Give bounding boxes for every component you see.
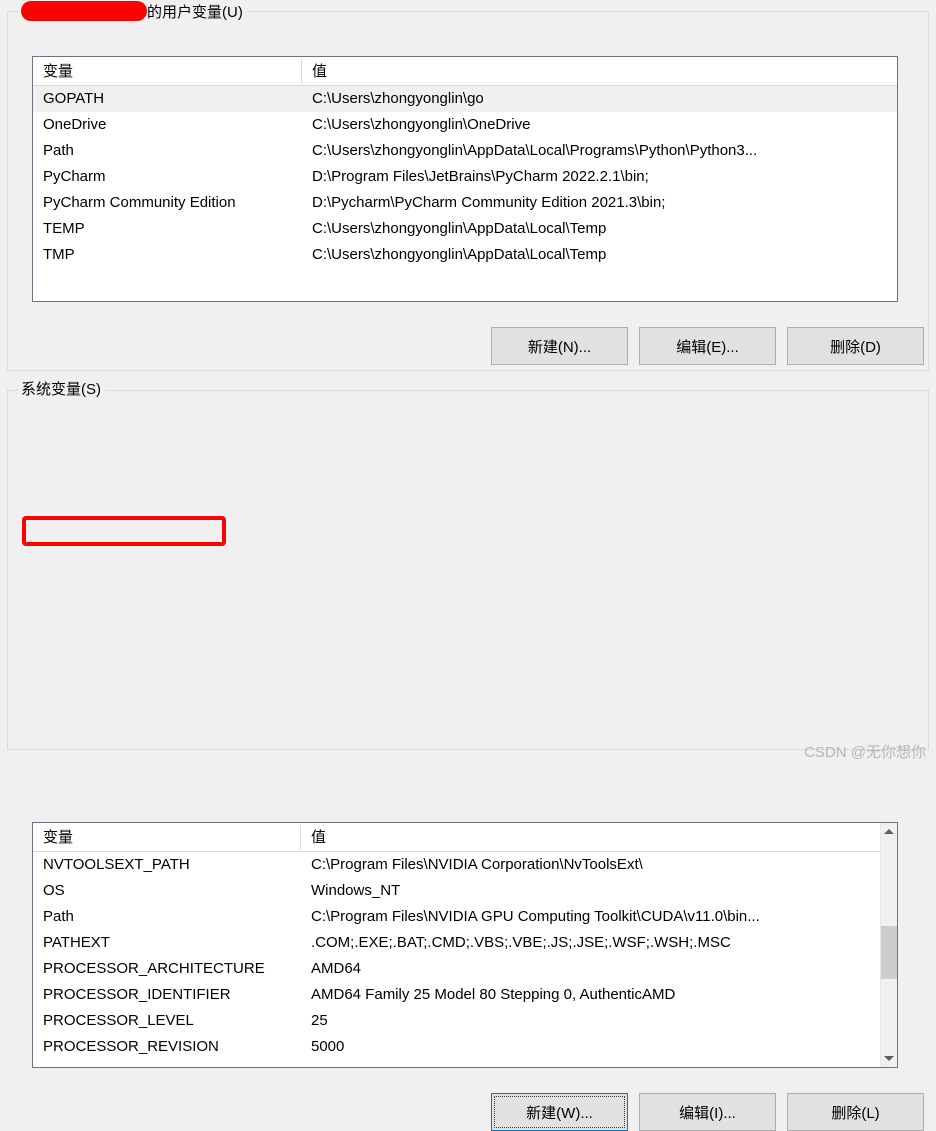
table-row[interactable]: Path C:\Users\zhongyonglin\AppData\Local… — [33, 138, 897, 164]
variable-value: C:\Users\zhongyonglin\OneDrive — [312, 116, 531, 133]
table-row[interactable]: PROCESSOR_LEVEL 25 — [33, 1008, 897, 1034]
table-row[interactable]: OneDrive C:\Users\zhongyonglin\OneDrive — [33, 112, 897, 138]
variable-name: PyCharm Community Edition — [43, 194, 236, 211]
variable-name: Path — [43, 908, 74, 925]
variable-value: C:\Users\zhongyonglin\AppData\Local\Prog… — [312, 142, 758, 159]
system-edit-button[interactable]: 编辑(I)... — [639, 1093, 776, 1131]
column-header-variable[interactable]: 变量 — [43, 60, 73, 81]
table-row[interactable]: PROCESSOR_ARCHITECTURE AMD64 — [33, 956, 897, 982]
user-variables-legend-text: 的用户变量(U) — [147, 4, 243, 21]
variable-value: AMD64 — [311, 960, 362, 977]
table-row[interactable]: PROCESSOR_IDENTIFIER AMD64 Family 25 Mod… — [33, 982, 897, 1008]
variable-name: TMP — [43, 246, 75, 263]
variable-value: AMD64 Family 25 Model 80 Stepping 0, Aut… — [311, 986, 676, 1003]
variable-name: PyCharm — [43, 168, 106, 185]
table-row[interactable]: NVTOOLSEXT_PATH C:\Program Files\NVIDIA … — [33, 852, 897, 878]
variable-value: .COM;.EXE;.BAT;.CMD;.VBS;.VBE;.JS;.JSE;.… — [311, 934, 731, 951]
scroll-down-button[interactable] — [881, 1050, 897, 1067]
table-row[interactable]: PyCharm D:\Program Files\JetBrains\PyCha… — [33, 164, 897, 190]
system-variables-rows: NVTOOLSEXT_PATH C:\Program Files\NVIDIA … — [33, 852, 897, 1060]
variable-value: C:\Users\zhongyonglin\AppData\Local\Temp — [312, 220, 607, 237]
column-header-variable[interactable]: 变量 — [43, 826, 73, 847]
variable-name: PROCESSOR_LEVEL — [43, 1012, 194, 1029]
variable-name: NVTOOLSEXT_PATH — [43, 856, 190, 873]
table-row[interactable]: OS Windows_NT — [33, 878, 897, 904]
variable-name: OneDrive — [43, 116, 107, 133]
system-variables-scrollbar[interactable] — [880, 823, 897, 1067]
variable-name: PATHEXT — [43, 934, 110, 951]
variable-name: PROCESSOR_ARCHITECTURE — [43, 960, 265, 977]
chevron-up-icon — [884, 829, 894, 834]
scroll-up-button[interactable] — [881, 823, 897, 840]
scrollbar-thumb[interactable] — [881, 926, 897, 979]
table-row[interactable]: PROCESSOR_REVISION 5000 — [33, 1034, 897, 1060]
user-variables-header: 变量 值 — [33, 57, 897, 86]
table-row[interactable]: TEMP C:\Users\zhongyonglin\AppData\Local… — [33, 216, 897, 242]
watermark: CSDN @无你想你 — [804, 744, 926, 761]
variable-value: Windows_NT — [311, 882, 401, 899]
variable-value: C:\Program Files\NVIDIA GPU Computing To… — [311, 908, 760, 925]
table-row[interactable]: PATHEXT .COM;.EXE;.BAT;.CMD;.VBS;.VBE;.J… — [33, 930, 897, 956]
variable-value: C:\Users\zhongyonglin\AppData\Local\Temp — [312, 246, 607, 263]
chevron-down-icon — [884, 1056, 894, 1061]
table-row-path[interactable]: Path C:\Program Files\NVIDIA GPU Computi… — [33, 904, 897, 930]
user-delete-button[interactable]: 删除(D) — [787, 327, 924, 365]
system-new-button[interactable]: 新建(W)... — [491, 1093, 628, 1131]
variable-value: D:\Pycharm\PyCharm Community Edition 202… — [312, 194, 666, 211]
user-variables-rows: GOPATH C:\Users\zhongyonglin\go OneDrive… — [33, 86, 897, 268]
variable-value: C:\Program Files\NVIDIA Corporation\NvTo… — [311, 856, 643, 873]
table-row[interactable]: GOPATH C:\Users\zhongyonglin\go — [33, 86, 897, 112]
variable-value: D:\Program Files\JetBrains\PyCharm 2022.… — [312, 168, 649, 185]
column-header-value[interactable]: 值 — [312, 60, 327, 81]
column-divider[interactable] — [300, 825, 301, 850]
variable-name: PROCESSOR_REVISION — [43, 1038, 219, 1055]
variable-value: 5000 — [311, 1038, 345, 1055]
user-new-button[interactable]: 新建(N)... — [491, 327, 628, 365]
user-variables-group: 的用户变量(U) 变量 值 GOPATH C:\Users\zhongyongl… — [7, 1, 929, 371]
column-divider[interactable] — [301, 59, 302, 84]
table-row[interactable]: PyCharm Community Edition D:\Pycharm\PyC… — [33, 190, 897, 216]
user-variables-legend: 的用户变量(U) — [18, 1, 247, 23]
system-variables-legend: 系统变量(S) — [18, 380, 105, 400]
system-delete-button[interactable]: 删除(L) — [787, 1093, 924, 1131]
system-variables-listview[interactable]: 变量 值 NVTOOLSEXT_PATH C:\Program Files\NV… — [32, 822, 898, 1068]
variable-value: C:\Users\zhongyonglin\go — [312, 90, 484, 107]
system-variables-group: 系统变量(S) 变量 值 NVTOOLSEXT_PATH C:\Program … — [7, 380, 929, 1131]
variable-name: TEMP — [43, 220, 85, 237]
user-variables-listview[interactable]: 变量 值 GOPATH C:\Users\zhongyonglin\go One… — [32, 56, 898, 302]
variable-name: GOPATH — [43, 90, 105, 107]
system-variables-header: 变量 值 — [33, 823, 897, 852]
variable-name: PROCESSOR_IDENTIFIER — [43, 986, 231, 1003]
column-header-value[interactable]: 值 — [311, 826, 326, 847]
variable-name: Path — [43, 142, 74, 159]
variable-value: 25 — [311, 1012, 328, 1029]
username-redaction-blob — [21, 1, 147, 21]
table-row[interactable]: TMP C:\Users\zhongyonglin\AppData\Local\… — [33, 242, 897, 268]
user-edit-button[interactable]: 编辑(E)... — [639, 327, 776, 365]
variable-name: OS — [43, 882, 65, 899]
